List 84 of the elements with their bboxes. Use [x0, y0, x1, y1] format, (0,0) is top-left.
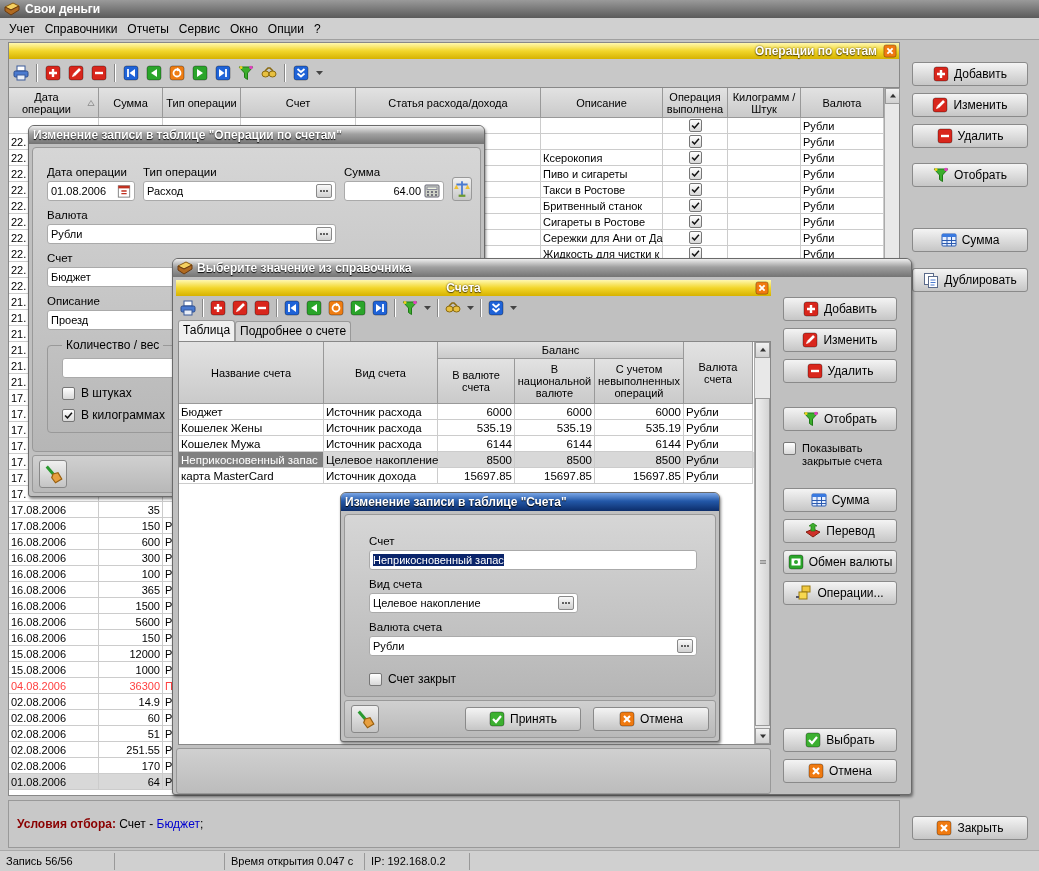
table-cell: 15697.85 — [515, 468, 595, 484]
table-cell: Источник расхода — [324, 404, 438, 420]
table-cell: 535.19 — [515, 420, 595, 436]
table-cell: 100 — [99, 566, 163, 582]
field-label: Описание — [47, 295, 100, 307]
field-label: Вид счета — [369, 578, 423, 590]
table-cell: Сигареты в Ростове — [541, 214, 663, 230]
table-cell: 02.08.2006 — [9, 726, 99, 742]
table-cell: 8500 — [438, 452, 515, 468]
table-cell: Неприкосновенный запас — [179, 452, 324, 468]
table-cell: 6000 — [438, 404, 515, 420]
table-cell: 02.08.2006 — [9, 694, 99, 710]
table-cell: 16.08.2006 — [9, 582, 99, 598]
table-cell: 8500 — [595, 452, 684, 468]
table-cell: 64 — [99, 774, 163, 790]
table-cell: 02.08.2006 — [9, 710, 99, 726]
table-cell: 16.08.2006 — [9, 630, 99, 646]
filter-conditions: Условия отбора: Счет - Бюджет; — [17, 817, 204, 831]
field-label: Валюта счета — [369, 621, 443, 633]
field-label: Сумма — [344, 166, 381, 178]
field-label: Счет — [369, 535, 395, 547]
field-label: Тип операции — [143, 166, 217, 178]
checkbox-label: Счет закрыт — [388, 672, 457, 686]
table-cell: 16.08.2006 — [9, 614, 99, 630]
table-cell: 01.08.2006 — [9, 774, 99, 790]
checkbox-label: Показывать закрытые счета — [802, 442, 883, 468]
table-cell: 5600 — [99, 614, 163, 630]
table-cell: 04.08.2006 — [9, 678, 99, 694]
table-cell: 251.55 — [99, 742, 163, 758]
table-cell: Такси в Ростове — [541, 182, 663, 198]
status-text: IP: 192.168.0.2 — [365, 852, 470, 870]
table-cell: Сережки для Ани от Да — [541, 230, 663, 246]
table-cell: 15.08.2006 — [9, 646, 99, 662]
table-cell: 16.08.2006 — [9, 550, 99, 566]
table-cell: 16.08.2006 — [9, 598, 99, 614]
table-cell: Кошелек Жены — [179, 420, 324, 436]
status-text: Время открытия 0.047 с — [225, 852, 365, 870]
table-cell: 17.08.2006 — [9, 518, 99, 534]
table-cell: Целевое накопление — [324, 452, 438, 468]
table-cell: 16.08.2006 — [9, 566, 99, 582]
table-cell: 535.19 — [438, 420, 515, 436]
table-cell: 16.08.2006 — [9, 534, 99, 550]
table-cell: Ксерокопия — [541, 150, 663, 166]
table-cell: Рубли — [684, 468, 753, 484]
table-cell: 6000 — [595, 404, 684, 420]
table-cell: 365 — [99, 582, 163, 598]
table-cell: 60 — [99, 710, 163, 726]
table-cell: Бритвенный станок — [541, 198, 663, 214]
table-cell: карта MasterCard — [179, 468, 324, 484]
table-cell: Рубли — [684, 404, 753, 420]
table-cell: Рубли — [684, 420, 753, 436]
table-cell: 12000 — [99, 646, 163, 662]
table-cell: 36300 — [99, 678, 163, 694]
table-cell: 150 — [99, 630, 163, 646]
panel-title: Операции по счетам — [754, 44, 877, 58]
table-cell: Источник расхода — [324, 420, 438, 436]
table-cell: 35 — [99, 502, 163, 518]
table-cell: 150 — [99, 518, 163, 534]
table-cell: 02.08.2006 — [9, 742, 99, 758]
table-cell: 1000 — [99, 662, 163, 678]
dialog-title: Изменение записи в таблице "Операции по счетам" — [29, 126, 484, 144]
dialog-title: Выберите значение из справочника — [173, 259, 911, 277]
table-cell: 6000 — [515, 404, 595, 420]
column-group-header: Баланс — [438, 342, 684, 359]
table-cell: 600 — [99, 534, 163, 550]
table-cell: 14.9 — [99, 694, 163, 710]
table-cell: 300 — [99, 550, 163, 566]
field-label: Счет — [47, 252, 73, 264]
table-cell: Источник дохода — [324, 468, 438, 484]
table-cell: Рубли — [684, 452, 753, 468]
table-cell: 15697.85 — [595, 468, 684, 484]
panel-title: Счета — [445, 281, 482, 295]
table-cell: 17.08.2006 — [9, 502, 99, 518]
table-cell: 1500 — [99, 598, 163, 614]
table-cell: Бюджет — [179, 404, 324, 420]
window-title: Свои деньги — [25, 2, 101, 16]
table-cell: 51 — [99, 726, 163, 742]
table-cell: 15.08.2006 — [9, 662, 99, 678]
table-cell: 535.19 — [595, 420, 684, 436]
table-cell: 15697.85 — [438, 468, 515, 484]
table-cell: Пиво и сигареты — [541, 166, 663, 182]
status-text: Запись 56/56 — [0, 852, 115, 870]
table-cell: 8500 — [515, 452, 595, 468]
dialog-title: Изменение записи в таблице "Счета" — [341, 493, 719, 511]
